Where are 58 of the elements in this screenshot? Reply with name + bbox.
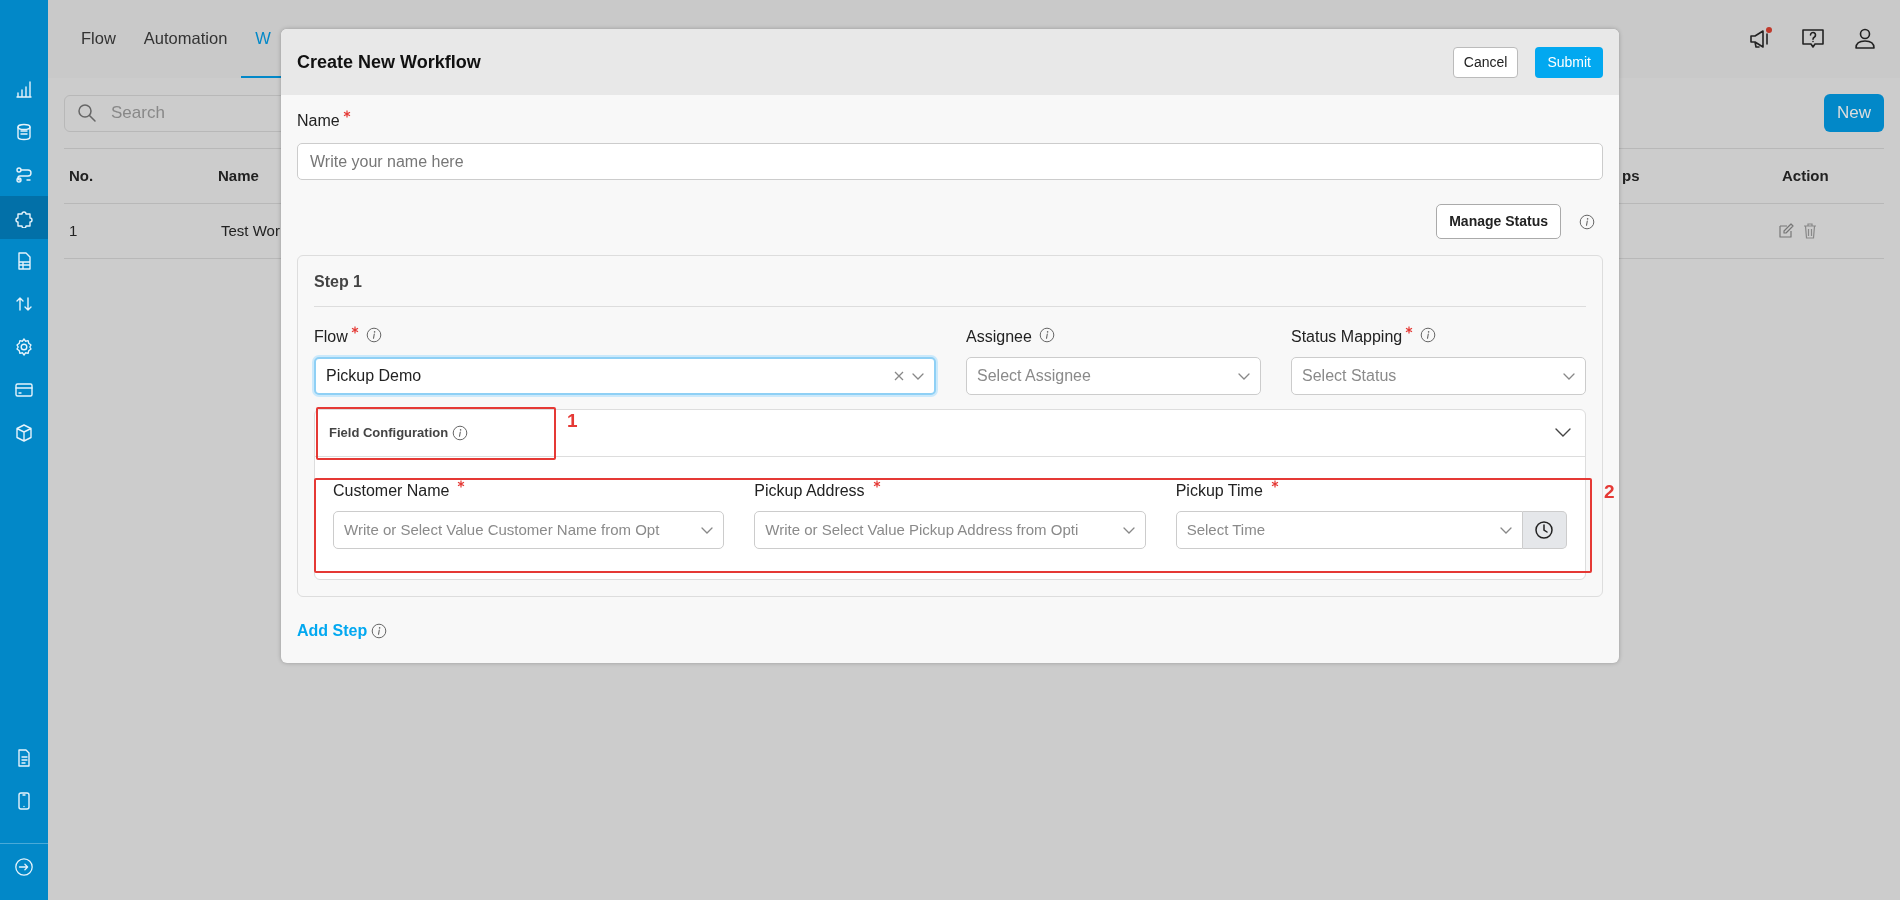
- info-icon[interactable]: [371, 623, 388, 639]
- clock-button[interactable]: [1523, 511, 1567, 549]
- select-field[interactable]: Write or Select Value Pickup Address from Opti: [754, 511, 1146, 549]
- clock-icon: [1534, 520, 1555, 540]
- caret-icon: [1563, 372, 1575, 380]
- step-title: Step 1: [314, 270, 1586, 307]
- info-icon[interactable]: [452, 425, 469, 441]
- tab[interactable]: Automation: [129, 0, 242, 78]
- caret-icon: [1500, 526, 1512, 534]
- annotation-label: 2: [1604, 480, 1615, 504]
- expand-icon[interactable]: [14, 857, 34, 877]
- name-field[interactable]: Write your name here: [297, 143, 1603, 180]
- info-icon[interactable]: [1579, 213, 1595, 230]
- info-icon[interactable]: [1038, 327, 1055, 343]
- select-field[interactable]: Select Status: [1291, 357, 1586, 395]
- submit-button[interactable]: Submit: [1535, 46, 1603, 78]
- tab[interactable]: Flow: [67, 0, 130, 78]
- field-label: Pickup Time: [1175, 481, 1263, 501]
- field-label: Name: [297, 111, 340, 131]
- search-icon: [77, 103, 97, 123]
- caret-icon: [701, 526, 714, 534]
- section-title: Field Configuration: [329, 424, 449, 443]
- select-field[interactable]: Select Assignee: [966, 357, 1261, 395]
- select-field[interactable]: Pickup Demo: [314, 357, 936, 395]
- caret-icon: [1238, 372, 1250, 380]
- manage-status-button[interactable]: Manage Status: [1436, 204, 1561, 239]
- column-header: No.: [69, 166, 94, 184]
- cancel-button[interactable]: Cancel: [1452, 46, 1519, 78]
- select-field[interactable]: Write or Select Value Customer Name from Opt: [333, 511, 725, 549]
- column-header: Name: [218, 166, 259, 184]
- edit-icon[interactable]: [1778, 223, 1794, 239]
- caret-icon: [912, 372, 924, 380]
- user-icon[interactable]: [1852, 26, 1878, 52]
- route-icon[interactable]: [14, 164, 34, 185]
- field-label: Flow: [314, 327, 348, 347]
- chevron-icon[interactable]: [1555, 428, 1571, 438]
- gear-icon[interactable]: [14, 336, 34, 357]
- caret-icon: [1122, 526, 1135, 534]
- add-step-link[interactable]: Add Step: [297, 619, 368, 643]
- table-cell: 1: [69, 221, 78, 239]
- column-header: ps: [1622, 166, 1640, 184]
- database-icon[interactable]: [14, 121, 34, 142]
- info-icon[interactable]: [365, 327, 382, 343]
- new-button[interactable]: New: [1824, 94, 1884, 132]
- table-cell: Test Wor: [221, 221, 280, 239]
- field-label: Status Mapping: [1291, 327, 1403, 347]
- box-icon[interactable]: [14, 422, 34, 443]
- field-label: Pickup Address: [754, 481, 865, 501]
- field-label: Customer Name: [333, 481, 450, 501]
- field-label: Assignee: [966, 327, 1032, 347]
- time-field[interactable]: Select Time: [1175, 511, 1523, 549]
- info-icon[interactable]: [1420, 327, 1437, 343]
- chart-icon[interactable]: [14, 78, 34, 99]
- delete-icon[interactable]: [1802, 223, 1818, 239]
- modal-title: Create New Workflow: [297, 50, 481, 74]
- annotation-label: 1: [567, 409, 578, 433]
- column-header: Action: [1782, 166, 1829, 184]
- clear-icon[interactable]: [894, 371, 904, 381]
